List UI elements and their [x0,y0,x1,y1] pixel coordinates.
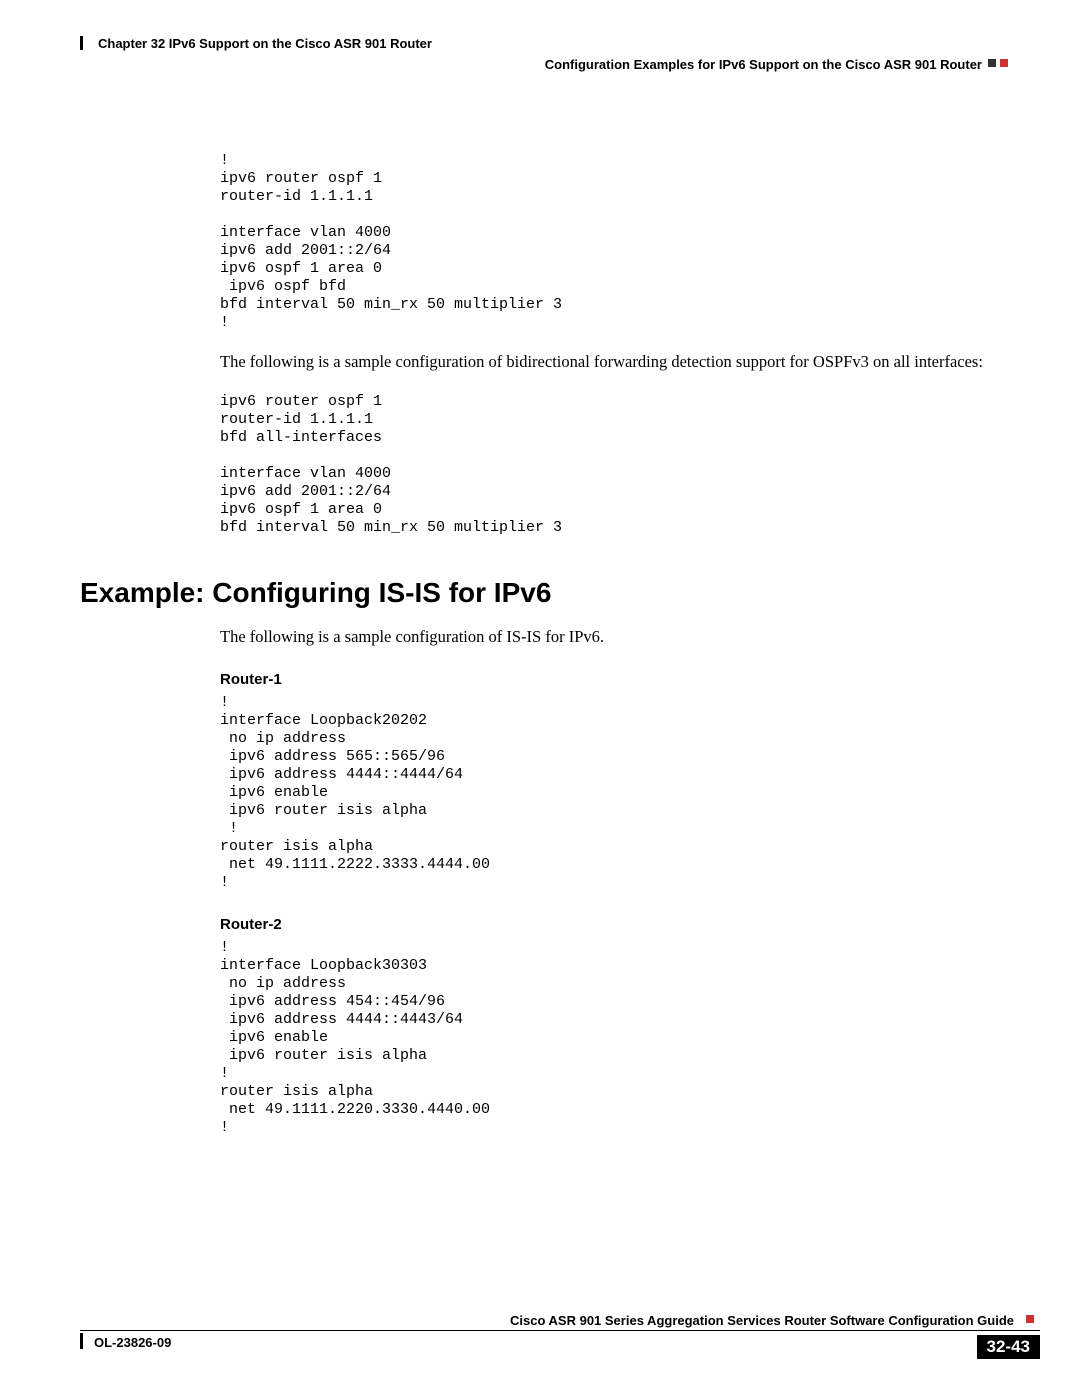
header-corner-markers [988,59,1008,67]
heading-router-2: Router-2 [220,916,1008,933]
page-footer: Cisco ASR 901 Series Aggregation Service… [80,1313,1040,1359]
section-text: Configuration Examples for IPv6 Support … [545,57,982,72]
code-block-router-1: ! interface Loopback20202 no ip address … [220,694,1008,892]
page-number: 32-43 [977,1335,1040,1359]
footer-bar-marker [80,1333,83,1349]
code-block-router-2: ! interface Loopback30303 no ip address … [220,939,1008,1137]
footer-doc-id: OL-23826-09 [80,1335,171,1350]
heading-example-isis: Example: Configuring IS-IS for IPv6 [80,577,1008,609]
square-marker-icon [988,59,996,67]
page-header: Chapter 32 IPv6 Support on the Cisco ASR… [80,36,1008,72]
code-block-ospf-all: ipv6 router ospf 1 router-id 1.1.1.1 bfd… [220,393,1008,537]
paragraph-ospf-all: The following is a sample configuration … [220,352,1008,373]
code-block-ospf-single: ! ipv6 router ospf 1 router-id 1.1.1.1 i… [220,152,1008,332]
square-marker-icon [1000,59,1008,67]
chapter-label: Chapter 32 IPv6 Support on the Cisco ASR… [98,36,1008,51]
footer-guide-text: Cisco ASR 901 Series Aggregation Service… [510,1313,1014,1328]
footer-guide-title: Cisco ASR 901 Series Aggregation Service… [80,1313,1040,1331]
doc-id-text: OL-23826-09 [94,1335,171,1350]
heading-router-1: Router-1 [220,671,1008,688]
section-label: Configuration Examples for IPv6 Support … [80,57,1008,72]
header-bar-marker [80,36,83,50]
paragraph-isis: The following is a sample configuration … [220,627,1008,648]
square-marker-icon [1026,1315,1034,1323]
